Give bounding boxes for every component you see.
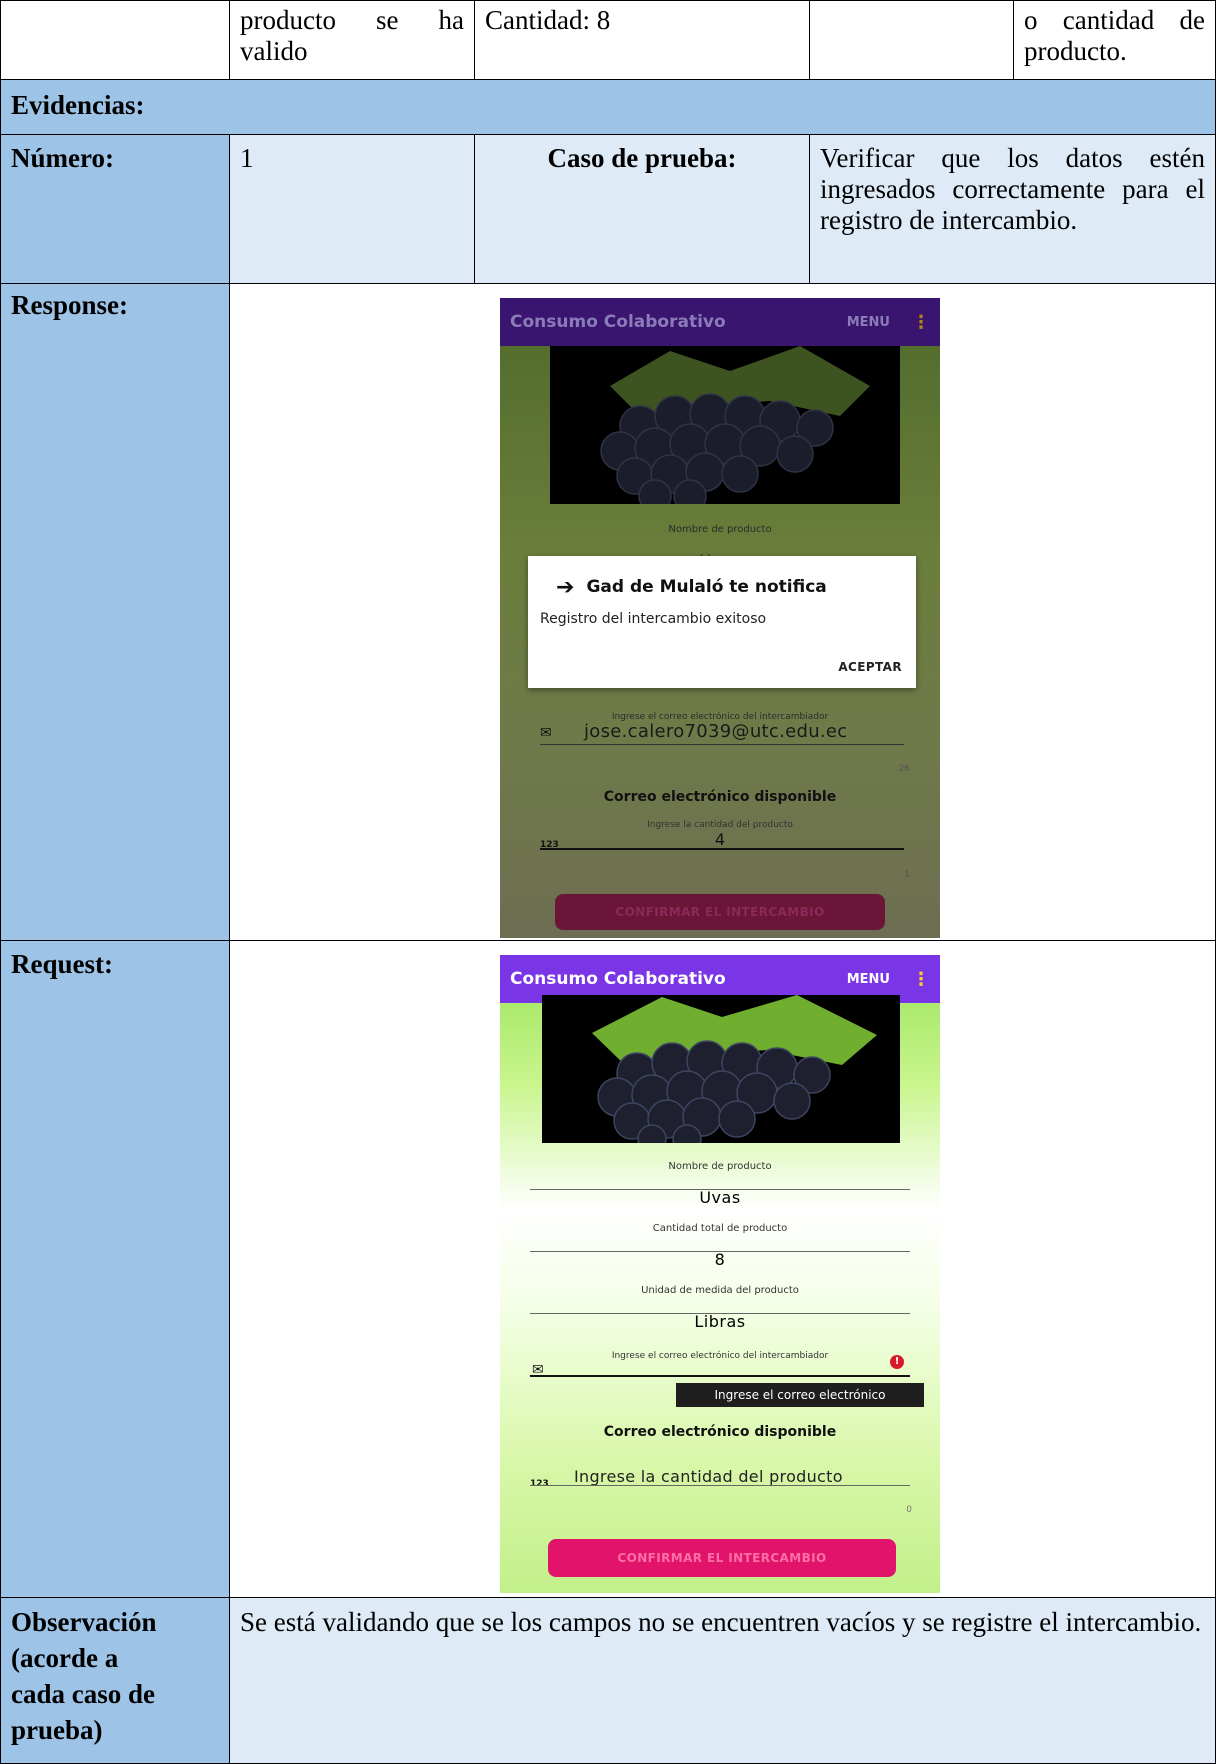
response-email-counter: 26 — [898, 764, 910, 774]
response-email-underline — [540, 744, 904, 745]
arrow-right-icon: ➔ — [556, 575, 575, 600]
response-quantity-value[interactable]: 4 — [500, 824, 940, 855]
response-quantity-counter: 1 — [904, 870, 910, 880]
request-menu-button[interactable]: MENU — [847, 964, 890, 995]
request-email-label: Ingrese el correo electrónico del interc… — [611, 1351, 829, 1361]
caso-prueba-label: Caso de prueba: — [474, 134, 810, 284]
request-unit-field: Unidad de medida del producto Libras — [500, 1275, 940, 1337]
observacion-label-line2: (acorde a — [11, 1643, 119, 1673]
overflow-dots-icon[interactable]: ⋮ — [912, 307, 930, 338]
request-quantity-placeholder[interactable]: Ingrese la cantidad del producto — [574, 1461, 843, 1492]
observacion-label-line3: cada caso de — [11, 1679, 155, 1709]
observacion-text: Se está validando que se los campos no s… — [229, 1597, 1216, 1764]
dialog-message: Registro del intercambio exitoso — [540, 611, 767, 627]
request-product-name-field: Nombre de producto Uvas — [500, 1151, 940, 1213]
error-icon: ! — [890, 1355, 904, 1369]
response-screenshot: Consumo Colaborativo MENU ⋮ Nombre de pr… — [500, 298, 940, 938]
grapes-image — [550, 346, 900, 504]
prev-col1 — [0, 0, 230, 80]
request-total-field: Cantidad total de producto 8 — [500, 1213, 940, 1275]
email-icon: ✉ — [532, 1362, 544, 1378]
observacion-label: Observación (acorde a cada caso de prueb… — [0, 1597, 230, 1764]
response-menu-button[interactable]: MENU — [847, 307, 890, 338]
observacion-label-line4: prueba) — [11, 1715, 103, 1745]
dialog-accept-button[interactable]: ACEPTAR — [838, 652, 902, 683]
request-total-value: 8 — [714, 1250, 726, 1269]
prev-col4 — [809, 0, 1014, 80]
request-product-name-value: Uvas — [699, 1188, 741, 1207]
request-product-name-label: Nombre de producto — [668, 1161, 772, 1172]
response-email-value[interactable]: jose.calero7039@utc.edu.ec — [584, 716, 848, 747]
response-product-name-label: Nombre de producto — [668, 524, 772, 535]
response-image-cell: Consumo Colaborativo MENU ⋮ Nombre de pr… — [229, 283, 1216, 941]
observacion-label-line1: Observación — [11, 1607, 157, 1637]
dialog-title: Gad de Mulaló te notifica — [586, 577, 827, 597]
request-unit-value: Libras — [694, 1312, 746, 1331]
response-label: Response: — [0, 283, 230, 941]
response-confirm-button[interactable]: CONFIRMAR EL INTERCAMBIO — [555, 894, 885, 930]
request-email-status: Correo electrónico disponible — [603, 1424, 837, 1440]
response-quantity-underline — [540, 848, 904, 850]
numero-value: 1 — [229, 134, 475, 284]
numero-label: Número: — [0, 134, 230, 284]
overflow-dots-icon[interactable]: ⋮ — [912, 964, 930, 995]
request-quantity-counter: 0 — [906, 1505, 912, 1515]
email-error-tooltip: Ingrese el correo electrónico — [676, 1383, 924, 1407]
dialog-header: ➔ Gad de Mulaló te notifica — [556, 572, 827, 603]
prev-col3: Cantidad: 8 — [474, 0, 810, 80]
request-screenshot: Consumo Colaborativo MENU ⋮ Nombre de pr… — [500, 955, 940, 1593]
evidencias-heading: Evidencias: — [0, 79, 1216, 135]
response-email-status: Correo electrónico disponible — [603, 789, 837, 805]
request-total-underline — [530, 1251, 910, 1252]
prev-col2: producto se ha valido — [229, 0, 475, 80]
request-image-cell: Consumo Colaborativo MENU ⋮ Nombre de pr… — [229, 940, 1216, 1598]
request-unit-label: Unidad de medida del producto — [641, 1285, 799, 1296]
request-quantity-underline — [530, 1485, 910, 1486]
response-appbar: Consumo Colaborativo MENU ⋮ — [500, 298, 940, 346]
request-email-underline[interactable] — [530, 1375, 910, 1377]
request-label: Request: — [0, 940, 230, 1598]
request-app-title: Consumo Colaborativo — [510, 968, 726, 989]
request-unit-underline — [530, 1313, 910, 1314]
notification-dialog: ➔ Gad de Mulaló te notifica Registro del… — [528, 556, 916, 688]
request-confirm-button[interactable]: CONFIRMAR EL INTERCAMBIO — [548, 1539, 896, 1577]
request-product-name-underline — [530, 1189, 910, 1190]
response-app-title: Consumo Colaborativo — [510, 311, 726, 332]
grapes-image — [542, 995, 900, 1143]
previous-row: producto se ha valido Cantidad: 8 o cant… — [0, 0, 1216, 80]
request-total-label: Cantidad total de producto — [652, 1223, 788, 1234]
prev-col5: o cantidad de producto. — [1013, 0, 1216, 80]
caso-prueba-value: Verificar que los datos estén ingresados… — [809, 134, 1216, 284]
